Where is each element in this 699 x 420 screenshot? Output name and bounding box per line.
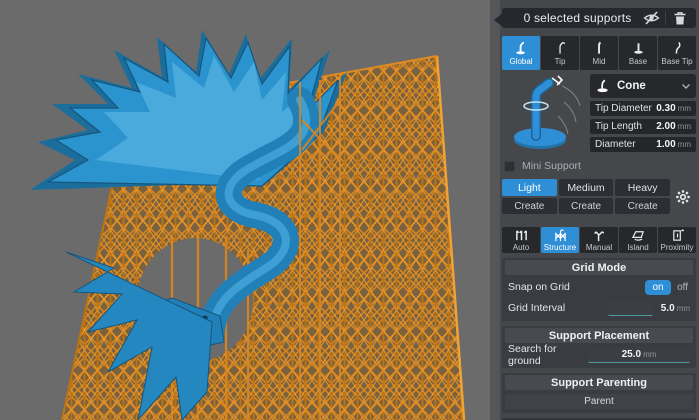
snap-on-grid-row: Snap on Grid on off	[505, 278, 693, 296]
tab-structure[interactable]: Structure	[541, 227, 579, 253]
grid-mode-header: Grid Mode	[505, 260, 693, 275]
light-button[interactable]: Light	[502, 179, 557, 196]
grid-mode-card: Grid Mode Snap on Grid on off Grid Inter…	[502, 258, 696, 321]
create-heavy-button[interactable]: Create	[615, 198, 670, 214]
divider	[665, 11, 666, 25]
mini-support-checkbox[interactable]	[504, 160, 515, 172]
shape-value: Cone	[617, 80, 646, 92]
support-part-tabs: Global Tip Mid Base Base Tip	[502, 36, 696, 70]
support-preview-illustration	[514, 75, 581, 149]
global-support-icon	[515, 41, 525, 55]
proximity-mode-icon	[672, 228, 684, 241]
snap-on-button[interactable]: on	[645, 279, 672, 295]
tab-proximity[interactable]: Proximity	[658, 227, 696, 253]
gear-icon	[676, 189, 690, 204]
support-parameters: Cone Tip Diameter 0.30 mm Tip Length 2.0…	[502, 72, 696, 154]
search-for-ground-label: Search for ground	[508, 343, 557, 367]
param-diameter[interactable]: Diameter 1.00 mm	[590, 137, 696, 152]
shape-dropdown[interactable]: Cone	[590, 74, 696, 98]
tab-manual[interactable]: Manual	[580, 227, 618, 253]
selection-actions	[639, 8, 692, 28]
trash-icon	[674, 11, 686, 24]
search-for-ground-row: Search for ground 25.0 mm	[505, 343, 693, 367]
parameter-column: Cone Tip Diameter 0.30 mm Tip Length 2.0…	[590, 72, 696, 154]
tab-tip[interactable]: Tip	[541, 36, 579, 70]
selection-count-label: 0 selected supports	[523, 11, 632, 25]
tab-auto[interactable]: Auto	[502, 227, 540, 253]
create-light-button[interactable]: Create	[502, 198, 557, 214]
hide-supports-button[interactable]	[639, 8, 663, 28]
tab-base-tip[interactable]: Base Tip	[658, 36, 696, 70]
structure-mode-icon	[554, 228, 566, 241]
parent-button[interactable]: Parent	[505, 394, 693, 409]
density-settings-button[interactable]	[670, 189, 696, 205]
create-medium-button[interactable]: Create	[558, 198, 614, 214]
chevron-down-icon	[682, 83, 690, 89]
support-preview	[502, 72, 590, 154]
density-grid: Light Medium Heavy Create Create Create	[502, 179, 670, 214]
support-placement-card: Support Placement Search for ground 25.0…	[502, 326, 696, 368]
base-support-icon	[633, 43, 643, 54]
tab-base[interactable]: Base	[619, 36, 657, 70]
mini-support-row: Mini Support	[502, 160, 696, 172]
grid-interval-value: 5.0	[660, 302, 675, 314]
param-tip-diameter[interactable]: Tip Diameter 0.30 mm	[590, 101, 696, 116]
search-for-ground-input[interactable]: 25.0 mm	[588, 347, 690, 363]
grid-interval-label: Grid Interval	[508, 302, 566, 314]
island-mode-icon	[631, 230, 644, 241]
panel-edge	[490, 0, 500, 420]
support-panel: 0 selected supports Global Tip Mid Base …	[490, 0, 699, 420]
support-parenting-card: Support Parenting Parent	[502, 373, 696, 413]
collapse-arrow-icon[interactable]	[494, 13, 503, 27]
delete-supports-button[interactable]	[668, 8, 692, 28]
medium-button[interactable]: Medium	[558, 179, 614, 196]
model-scene	[0, 0, 490, 420]
density-presets: Light Medium Heavy Create Create Create	[502, 179, 696, 214]
tab-island[interactable]: Island	[619, 227, 657, 253]
snap-on-grid-label: Snap on Grid	[508, 281, 570, 293]
grid-interval-row: Grid Interval 5.0 mm	[508, 300, 690, 316]
eye-slash-icon	[642, 11, 660, 25]
auto-mode-icon	[515, 229, 527, 240]
tip-support-icon	[558, 41, 565, 54]
mini-support-label: Mini Support	[522, 160, 581, 172]
support-placement-header: Support Placement	[505, 328, 693, 343]
grid-interval-input[interactable]	[607, 300, 653, 316]
tab-mid[interactable]: Mid	[580, 36, 618, 70]
support-parenting-header: Support Parenting	[505, 375, 693, 390]
mid-support-icon	[597, 41, 601, 54]
tab-global[interactable]: Global	[502, 36, 540, 70]
support-editor-app: 0 selected supports Global Tip Mid Base …	[0, 0, 699, 420]
heavy-button[interactable]: Heavy	[615, 179, 670, 196]
selection-bar: 0 selected supports	[494, 8, 696, 28]
param-tip-length[interactable]: Tip Length 2.00 mm	[590, 119, 696, 134]
base-tip-support-icon	[675, 41, 681, 54]
snap-off-button[interactable]: off	[677, 282, 690, 293]
cone-icon	[597, 79, 608, 92]
3d-viewport[interactable]	[0, 0, 490, 420]
manual-mode-icon	[593, 230, 604, 241]
placement-mode-tabs: Auto Structure Manual Island Proximity	[502, 227, 696, 253]
